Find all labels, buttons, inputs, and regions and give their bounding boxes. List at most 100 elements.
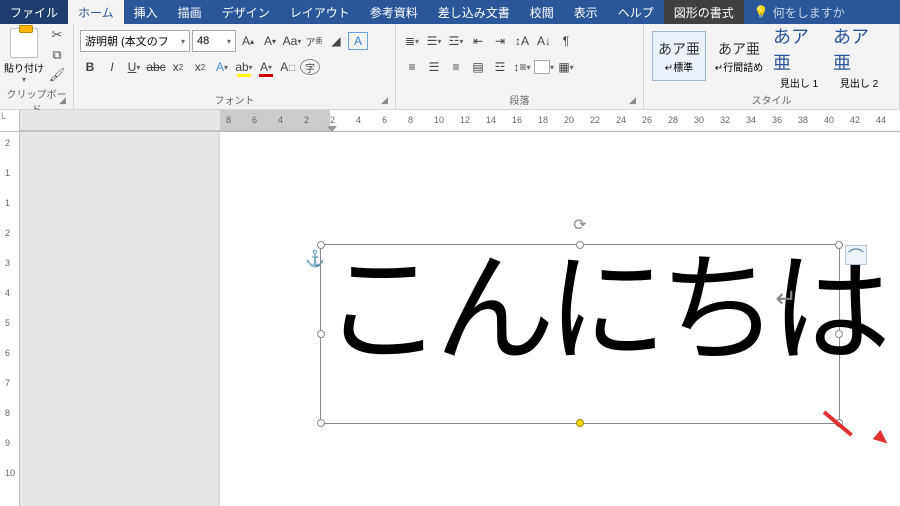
multilevel-button[interactable]: ☲▾	[446, 30, 466, 52]
dialog-launcher-icon[interactable]: ◢	[381, 95, 393, 107]
paste-button[interactable]: 貼り付け ▾	[4, 26, 44, 84]
clear-format-button[interactable]: ◢	[326, 30, 346, 52]
tab-home[interactable]: ホーム	[68, 0, 124, 24]
layout-options-button[interactable]: ⌒	[845, 245, 867, 265]
show-marks-button[interactable]: ¶	[556, 30, 576, 52]
tab-review[interactable]: 校閲	[520, 0, 564, 24]
vertical-ruler[interactable]: 2112345678910	[0, 132, 20, 506]
style-nospacing[interactable]: あア亜 ↵行間詰め	[712, 31, 766, 81]
style-preview: あア亜	[658, 39, 700, 59]
style-heading2[interactable]: あア亜 見出し 2	[832, 31, 886, 81]
resize-handle[interactable]	[835, 241, 843, 249]
resize-handle[interactable]	[317, 419, 325, 427]
ruler-tick: 34	[746, 115, 756, 125]
ruler-tick: 9	[5, 438, 10, 448]
horizontal-ruler[interactable]: L 86422468101214161820222426283032343638…	[0, 110, 900, 132]
tab-help[interactable]: ヘルプ	[608, 0, 664, 24]
italic-button[interactable]: I	[102, 56, 122, 78]
borders-button[interactable]: ▦▾	[556, 56, 576, 78]
style-preview: あア亜	[718, 39, 760, 59]
dialog-launcher-icon[interactable]: ◢	[59, 95, 71, 107]
text-content[interactable]: こんにちは	[321, 245, 839, 377]
font-name-value: 游明朝 (本文のフ	[85, 33, 169, 49]
phonetic-guide-button[interactable]: ア亜	[304, 30, 324, 52]
tab-view[interactable]: 表示	[564, 0, 608, 24]
sort-button[interactable]: A↓	[534, 30, 554, 52]
ruler-tick: 26	[642, 115, 652, 125]
adjustment-handle[interactable]	[576, 419, 584, 427]
shading-button[interactable]: ▾	[534, 56, 554, 78]
dialog-launcher-icon[interactable]: ◢	[629, 95, 641, 107]
superscript-button[interactable]: x2	[190, 56, 210, 78]
align-left-button[interactable]: ≡	[402, 56, 422, 78]
enclose-char-button[interactable]: A	[348, 32, 368, 50]
rotate-handle-icon[interactable]: ⟳	[573, 215, 586, 235]
tab-insert[interactable]: 挿入	[124, 0, 168, 24]
style-heading1[interactable]: あア亜 見出し 1	[772, 31, 826, 81]
copy-button[interactable]: ⧉	[46, 46, 68, 64]
resize-handle[interactable]	[317, 241, 325, 249]
font-name-combo[interactable]: 游明朝 (本文のフ ▾	[80, 30, 190, 52]
tab-design[interactable]: デザイン	[212, 0, 280, 24]
grow-font-button[interactable]: A▴	[238, 30, 258, 52]
change-case-button[interactable]: Aa▾	[282, 30, 302, 52]
ruler-tick: 22	[590, 115, 600, 125]
numbering-button[interactable]: ☰▾	[424, 30, 444, 52]
group-paragraph: ≣▾ ☰▾ ☲▾ ⇤ ⇥ ↕A A↓ ¶ ≡ ☰ ≡ ▤ ☲ ↕≡▾ ▾ ▦▾ …	[396, 24, 644, 109]
text-box[interactable]: ⟳ ⌒ ↵ こんにちは	[320, 244, 840, 424]
subscript-button[interactable]: x2	[168, 56, 188, 78]
increase-indent-button[interactable]: ⇥	[490, 30, 510, 52]
strike-button[interactable]: abc	[146, 56, 166, 78]
tab-reference[interactable]: 参考資料	[360, 0, 428, 24]
bullets-button[interactable]: ≣▾	[402, 30, 422, 52]
justify-button[interactable]: ▤	[468, 56, 488, 78]
tab-format[interactable]: 図形の書式	[664, 0, 744, 24]
group-clipboard: 貼り付け ▾ ✂ ⧉ 🖌 クリップボード ◢	[0, 24, 74, 109]
tell-me-search[interactable]: 💡 何をしますか	[744, 0, 855, 24]
ruler-tick: 5	[5, 318, 10, 328]
format-painter-button[interactable]: 🖌	[46, 66, 68, 84]
style-normal[interactable]: あア亜 ↵標準	[652, 31, 706, 81]
ruler-tick: 1	[5, 198, 10, 208]
tab-file[interactable]: ファイル	[0, 0, 68, 24]
align-center-button[interactable]: ☰	[424, 56, 444, 78]
text-effects-button[interactable]: A▾	[212, 56, 232, 78]
decrease-indent-button[interactable]: ⇤	[468, 30, 488, 52]
ruler-tick: 38	[798, 115, 808, 125]
cut-button[interactable]: ✂	[46, 26, 68, 44]
ruler-tick: 18	[538, 115, 548, 125]
tab-layout[interactable]: レイアウト	[280, 0, 360, 24]
resize-handle[interactable]	[317, 330, 325, 338]
paste-icon	[10, 28, 38, 58]
bold-button[interactable]: B	[80, 56, 100, 78]
enclose-button[interactable]: 字	[300, 59, 320, 75]
chevron-down-icon: ▾	[227, 37, 231, 46]
shrink-font-button[interactable]: A▾	[260, 30, 280, 52]
tab-draw[interactable]: 描画	[168, 0, 212, 24]
ruler-tick: 2	[304, 115, 309, 125]
ruler-tick: 42	[850, 115, 860, 125]
char-shading-button[interactable]: A⬚	[278, 56, 298, 78]
style-name: 見出し 2	[840, 75, 878, 90]
font-color-button[interactable]: A▾	[256, 56, 276, 78]
resize-handle[interactable]	[835, 330, 843, 338]
style-name: 標準	[673, 63, 693, 74]
ruler-tick: 2	[330, 115, 335, 125]
group-label-font: フォント	[78, 90, 391, 109]
ruler-tick: 3	[5, 258, 10, 268]
resize-handle[interactable]	[576, 241, 584, 249]
underline-button[interactable]: U▾	[124, 56, 144, 78]
highlight-button[interactable]: ab▾	[234, 56, 254, 78]
align-right-button[interactable]: ≡	[446, 56, 466, 78]
line-spacing-button[interactable]: ↕≡▾	[512, 56, 532, 78]
text-direction-button[interactable]: ↕A	[512, 30, 532, 52]
document-page[interactable]: ⚓ ⟳ ⌒ ↵ こんにちは	[220, 132, 900, 506]
font-size-combo[interactable]: 48 ▾	[192, 30, 236, 52]
distribute-button[interactable]: ☲	[490, 56, 510, 78]
tab-mailings[interactable]: 差し込み文書	[428, 0, 520, 24]
ruler-tick: 12	[460, 115, 470, 125]
ruler-tick: 44	[876, 115, 886, 125]
ruler-tick: 32	[720, 115, 730, 125]
ruler-tick: 8	[226, 115, 231, 125]
paste-label: 貼り付け	[4, 60, 44, 75]
